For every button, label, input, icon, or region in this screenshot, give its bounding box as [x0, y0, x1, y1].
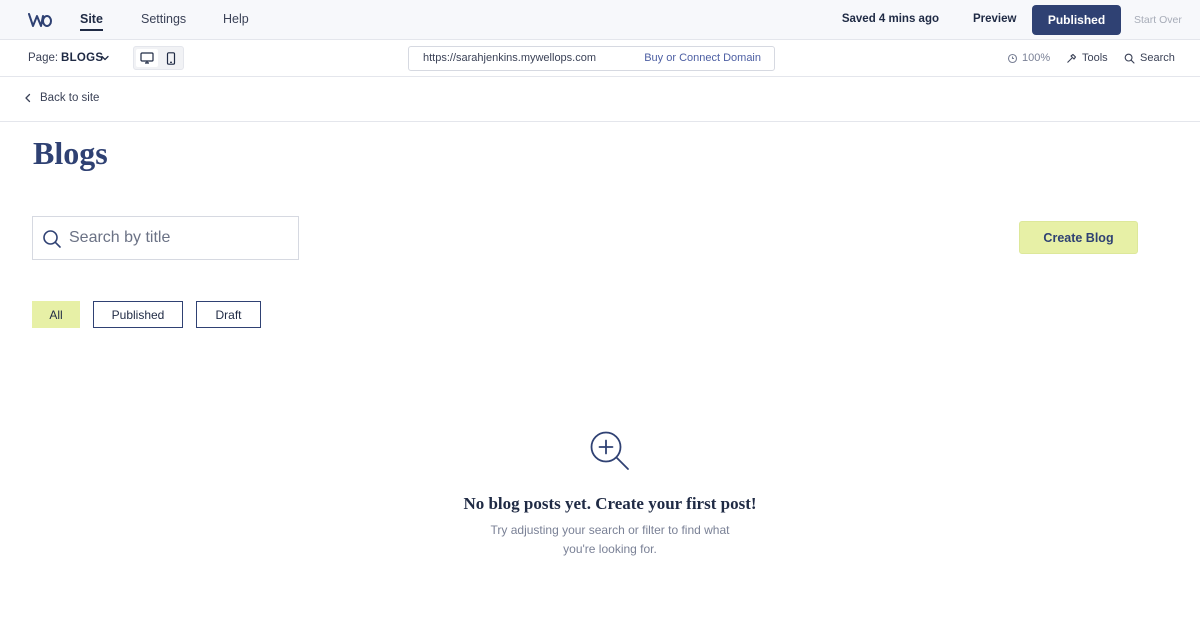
wellops-logo[interactable]	[28, 10, 52, 30]
search-icon	[43, 230, 61, 248]
desktop-view-button[interactable]	[136, 49, 158, 67]
tools-label: Tools	[1082, 52, 1108, 64]
desktop-icon	[140, 52, 154, 64]
zoom-icon	[1007, 53, 1018, 63]
mobile-icon	[166, 51, 176, 65]
zoom-in-icon	[590, 431, 629, 470]
back-to-site-link[interactable]: Back to site	[24, 92, 99, 104]
zoom-control[interactable]: 100%	[1007, 52, 1050, 64]
filter-draft-button[interactable]: Draft	[196, 301, 261, 328]
buy-domain-link[interactable]: Buy or Connect Domain	[644, 52, 761, 64]
url-bar[interactable]: https://sarahjenkins.mywellops.com Buy o…	[408, 46, 775, 71]
nav-site-label: Site	[80, 12, 103, 26]
start-over-button[interactable]: Start Over	[1134, 14, 1182, 26]
search-input[interactable]	[69, 217, 294, 259]
nav-settings[interactable]: Settings	[141, 12, 186, 26]
back-bar: Back to site	[0, 77, 1200, 122]
publish-button[interactable]: Published	[1032, 5, 1121, 35]
mobile-view-button[interactable]	[160, 49, 182, 67]
search-icon	[1124, 53, 1135, 64]
site-url: https://sarahjenkins.mywellops.com	[423, 52, 597, 64]
zoom-level: 100%	[1022, 52, 1051, 64]
filter-all-button[interactable]: All	[32, 301, 80, 328]
toolbar-search-button[interactable]: Search	[1124, 52, 1175, 64]
tools-button[interactable]: Tools	[1066, 52, 1108, 64]
page-title: Blogs	[33, 135, 108, 171]
page-label: Page:	[28, 52, 59, 64]
top-bar: Site Settings Help Saved 4 mins ago Prev…	[0, 0, 1200, 40]
blog-search-field[interactable]	[32, 216, 299, 260]
chevron-down-icon[interactable]	[100, 53, 110, 63]
active-underline	[80, 29, 103, 31]
chevron-left-icon	[25, 93, 31, 103]
page-selector[interactable]: BLOGS	[61, 52, 103, 64]
preview-button[interactable]: Preview	[973, 13, 1016, 25]
editor-toolbar: Page: BLOGS https://sarahjenkins.mywello…	[0, 40, 1200, 77]
empty-state-description: Try adjusting your search or filter to f…	[490, 523, 730, 556]
hammer-icon	[1067, 53, 1077, 63]
filter-published-button[interactable]: Published	[93, 301, 183, 328]
toolbar-search-label: Search	[1140, 52, 1175, 64]
empty-state-title: No blog posts yet. Create your first pos…	[463, 494, 757, 513]
nav-help[interactable]: Help	[223, 12, 249, 26]
nav-site[interactable]: Site	[80, 12, 103, 31]
saved-status: Saved 4 mins ago	[841, 13, 939, 25]
back-to-site-label: Back to site	[40, 92, 100, 104]
create-blog-button[interactable]: Create Blog	[1019, 221, 1138, 254]
device-toggle	[133, 46, 184, 70]
